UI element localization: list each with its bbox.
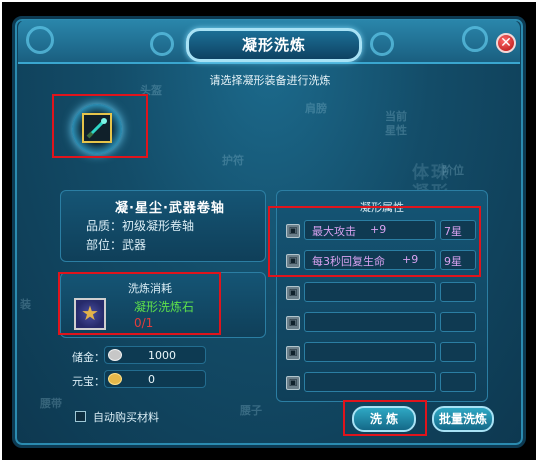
attribute-star-field-empty xyxy=(440,312,476,332)
quality-label: 品质： xyxy=(86,219,123,233)
lock-icon[interactable]: ▣ xyxy=(286,316,300,330)
swirl-ornament-right xyxy=(462,26,488,52)
swirl-ornament-left xyxy=(26,26,54,54)
item-name: 凝·星尘·武器卷轴 xyxy=(115,201,225,216)
attribute-row-empty xyxy=(304,312,436,332)
attribute-star-field-empty xyxy=(440,372,476,392)
silver-label: 储金： xyxy=(72,351,105,364)
lock-icon[interactable]: ▣ xyxy=(286,376,300,390)
gold-value: 0 xyxy=(148,373,155,386)
close-button[interactable]: ✕ xyxy=(496,33,516,53)
ghost-guard-slot: 护符 xyxy=(222,154,244,167)
highlight-attribute-box xyxy=(268,206,481,277)
part-label: 部位： xyxy=(86,238,123,252)
swirl-ornament-center-right xyxy=(370,32,394,56)
ghost-shoulder-slot: 肩膀 xyxy=(305,102,327,115)
lock-icon[interactable]: ▣ xyxy=(286,286,300,300)
silver-ingot-icon xyxy=(108,349,122,361)
attribute-star-field-empty xyxy=(440,342,476,362)
quality-value: 初级凝形卷轴 xyxy=(122,219,195,233)
batch-refine-button[interactable]: 批量洗炼 xyxy=(432,406,494,432)
gold-label: 元宝： xyxy=(72,375,105,388)
auto-buy-checkbox[interactable] xyxy=(75,411,86,422)
gold-ingot-icon xyxy=(108,373,122,385)
part-value: 武器 xyxy=(122,238,147,252)
instruction-text: 请选择凝形装备进行洗炼 xyxy=(209,74,331,87)
attribute-row-empty xyxy=(304,372,436,392)
close-icon: ✕ xyxy=(500,35,512,51)
ghost-waist-label: 腰子 xyxy=(240,404,262,417)
lock-icon[interactable]: ▣ xyxy=(286,346,300,360)
attribute-row-empty xyxy=(304,282,436,302)
ghost-star-label: 星性 xyxy=(385,124,407,137)
attribute-star-field-empty xyxy=(440,282,476,302)
ghost-left-edge-label: 装 xyxy=(20,298,31,311)
highlight-refine-button xyxy=(343,400,427,436)
swirl-ornament-center-left xyxy=(150,32,174,56)
attribute-row-empty xyxy=(304,342,436,362)
highlight-equipment-slot xyxy=(52,94,148,158)
highlight-cost-box xyxy=(58,272,221,335)
ghost-belt-label: 腰带 xyxy=(40,397,62,410)
ghost-position-label: 阶位 xyxy=(442,164,464,177)
silver-value: 1000 xyxy=(148,349,176,362)
auto-buy-label: 自动购买材料 xyxy=(93,411,159,424)
window-title: 凝形洗炼 xyxy=(186,28,362,62)
